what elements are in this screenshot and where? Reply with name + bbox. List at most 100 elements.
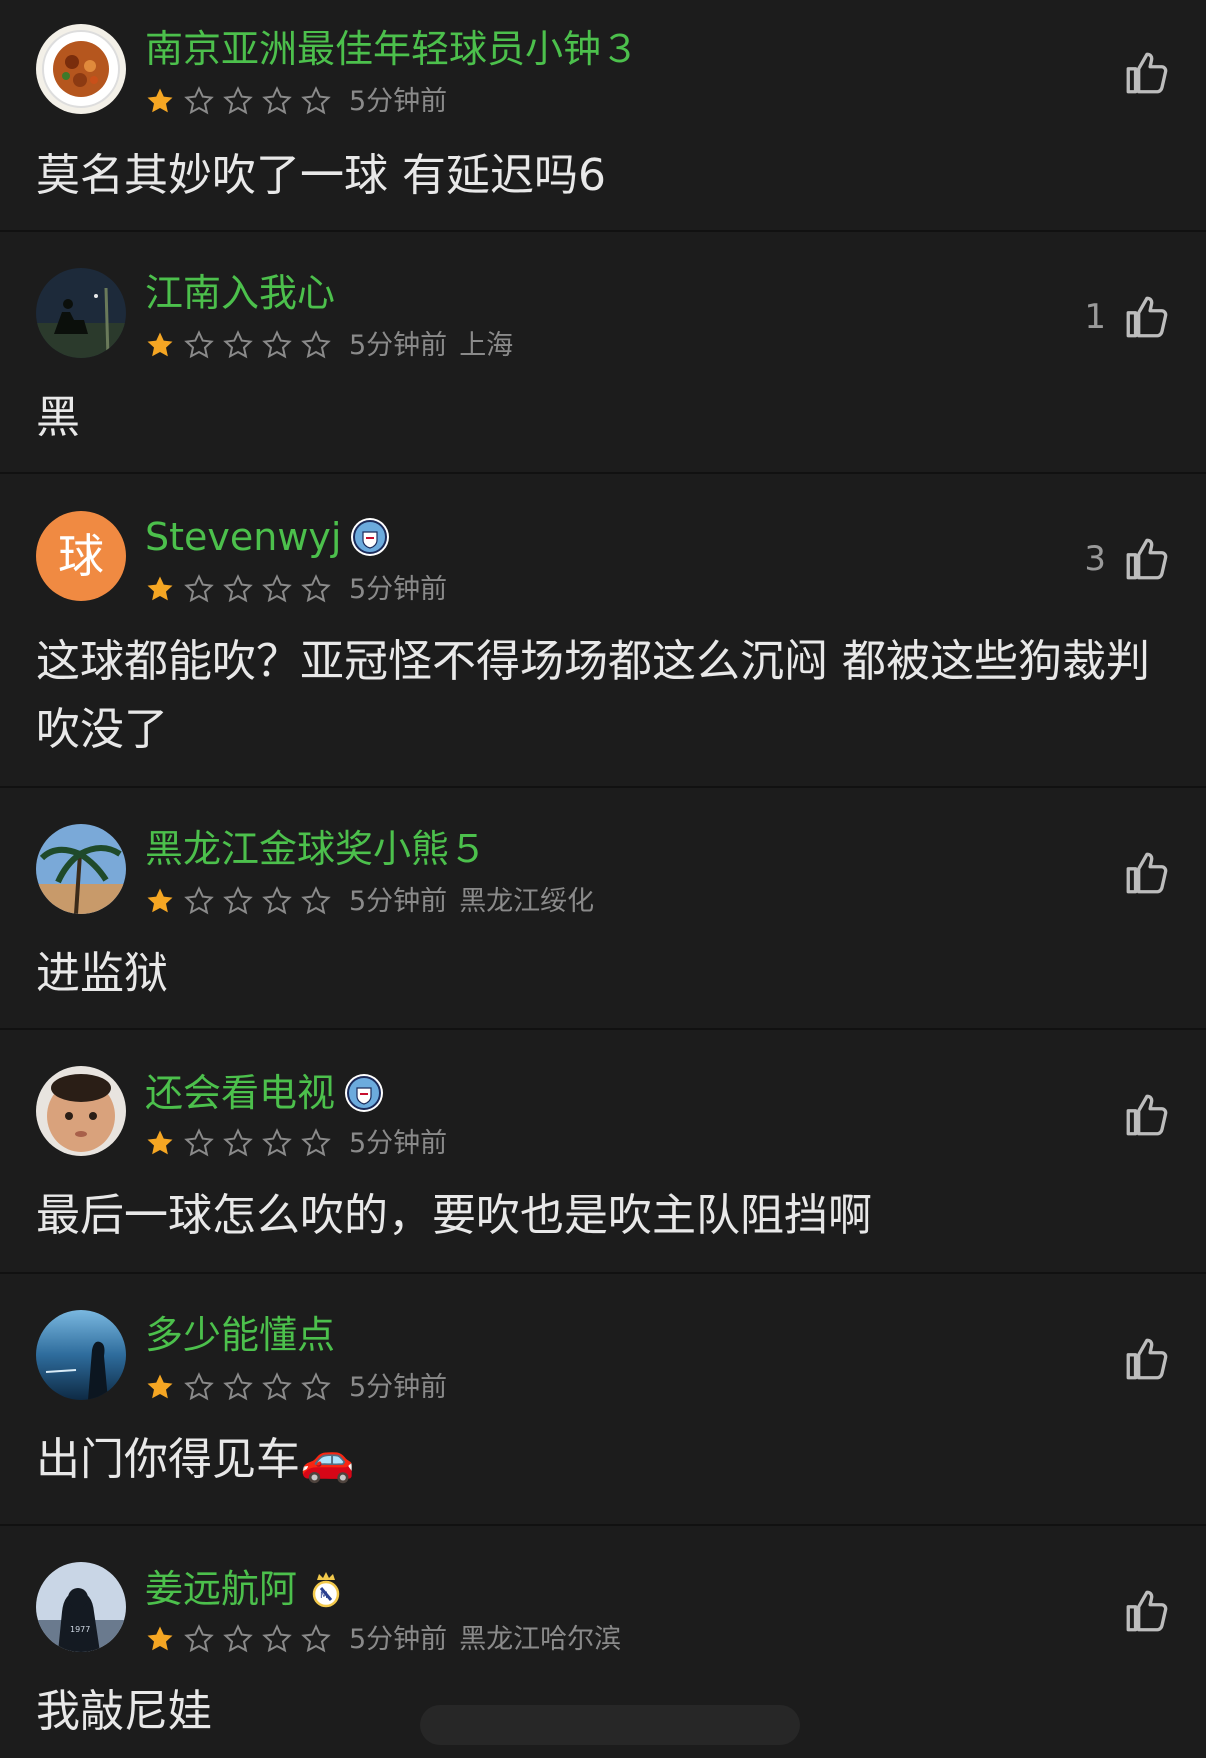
comment-meta: 5分钟前 黑龙江哈尔滨 <box>145 1624 621 1654</box>
comment-text: 这球都能吹？亚冠怪不得场场都这么沉闷 都被这些狗裁判吹没了 <box>36 636 1150 755</box>
star-empty-icon <box>223 574 253 603</box>
watermark <box>420 1705 800 1745</box>
like-button[interactable] <box>1106 1090 1172 1140</box>
star-empty-icon <box>301 330 331 359</box>
star-empty-icon <box>301 1624 331 1653</box>
comment-item: 多少能懂点 5分钟前 出门你得见车🚗 <box>0 1274 1206 1526</box>
comment-text: 黑 <box>36 392 80 443</box>
star-empty-icon <box>184 1372 214 1401</box>
comment-time: 5分钟前 <box>349 885 448 917</box>
comment-item: 黑龙江金球奖小熊５ 5分钟前 黑龙江绥化 进监狱 <box>0 788 1206 1030</box>
comment-text: 出门你得见车🚗 <box>36 1434 355 1485</box>
comment-meta: 5分钟前 黑龙江绥化 <box>145 886 594 916</box>
username[interactable]: Stevenwyj <box>145 516 391 558</box>
star-empty-icon <box>184 330 214 359</box>
comment-meta: 5分钟前 <box>145 574 447 604</box>
avatar[interactable]: 1977 <box>36 1562 126 1652</box>
real-madrid-badge-icon: M <box>312 1572 340 1608</box>
star-empty-icon <box>262 1128 292 1157</box>
thumbs-up-icon <box>1126 1590 1168 1632</box>
star-empty-icon <box>184 86 214 115</box>
star-empty-icon <box>262 574 292 603</box>
star-empty-icon <box>223 886 253 915</box>
comment-time: 5分钟前 <box>349 1127 448 1159</box>
svg-text:1977: 1977 <box>70 1625 90 1634</box>
thumbs-up-icon <box>1126 296 1168 338</box>
star-filled-icon <box>147 332 173 357</box>
comment-text: 最后一球怎么吹的，要吹也是吹主队阻挡啊 <box>36 1190 872 1241</box>
username[interactable]: 黑龙江金球奖小熊５ <box>145 830 487 868</box>
username[interactable]: 还会看电视 <box>145 1072 385 1114</box>
like-button[interactable]: 3 <box>1084 534 1172 584</box>
comment-meta: 5分钟前 <box>145 86 447 116</box>
star-filled-icon <box>147 576 173 601</box>
like-count: 1 <box>1084 297 1106 337</box>
thumbs-up-icon <box>1126 1094 1168 1136</box>
star-empty-icon <box>301 574 331 603</box>
comment-item: 球 Stevenwyj 5分钟前 3 这球都能吹？亚冠怪不得场场都这么沉闷 都被… <box>0 474 1206 788</box>
comment-time: 5分钟前 <box>349 1623 448 1655</box>
star-empty-icon <box>262 86 292 115</box>
star-empty-icon <box>184 574 214 603</box>
man-city-badge-icon <box>345 1074 384 1112</box>
comment-time: 5分钟前 <box>349 573 448 605</box>
avatar[interactable]: 球 <box>36 511 126 601</box>
comment-item: 还会看电视 5分钟前 最后一球怎么吹的，要吹也是吹主队阻挡啊 <box>0 1030 1206 1274</box>
like-button[interactable] <box>1106 1334 1172 1384</box>
comment-meta: 5分钟前 <box>145 1372 447 1402</box>
star-empty-icon <box>262 330 292 359</box>
star-empty-icon <box>301 1372 331 1401</box>
avatar[interactable] <box>36 1066 126 1156</box>
like-button[interactable]: 1 <box>1084 292 1172 342</box>
username[interactable]: 姜远航阿 M <box>145 1568 347 1610</box>
username[interactable]: 江南入我心 <box>145 274 335 312</box>
thumbs-up-icon <box>1126 852 1168 894</box>
thumbs-up-icon <box>1126 1338 1168 1380</box>
avatar[interactable] <box>36 268 126 358</box>
like-button[interactable] <box>1106 848 1172 898</box>
star-empty-icon <box>223 1372 253 1401</box>
avatar[interactable] <box>36 824 126 914</box>
rating-stars <box>145 1624 331 1654</box>
comment-time: 5分钟前 <box>349 1371 448 1403</box>
comment-item: 江南入我心 5分钟前 上海 1 黑 <box>0 232 1206 474</box>
star-filled-icon <box>147 1626 173 1651</box>
star-empty-icon <box>301 886 331 915</box>
star-empty-icon <box>184 1624 214 1653</box>
star-filled-icon <box>147 1130 173 1155</box>
like-button[interactable] <box>1106 48 1172 98</box>
star-empty-icon <box>262 1372 292 1401</box>
star-empty-icon <box>262 886 292 915</box>
star-filled-icon <box>147 888 173 913</box>
star-empty-icon <box>301 86 331 115</box>
star-empty-icon <box>223 86 253 115</box>
comment-item: 南京亚洲最佳年轻球员小钟３ 5分钟前 莫名其妙吹了一球 有延迟吗6 <box>0 0 1206 232</box>
avatar-initial: 球 <box>58 529 104 583</box>
comment-time: 5分钟前 <box>349 85 448 117</box>
svg-text:M: M <box>320 1591 328 1601</box>
username[interactable]: 南京亚洲最佳年轻球员小钟３ <box>145 30 639 68</box>
star-empty-icon <box>184 886 214 915</box>
star-filled-icon <box>147 88 173 113</box>
star-empty-icon <box>223 330 253 359</box>
star-empty-icon <box>223 1128 253 1157</box>
star-empty-icon <box>262 1624 292 1653</box>
comment-time: 5分钟前 <box>349 329 448 361</box>
username[interactable]: 多少能懂点 <box>145 1316 335 1354</box>
star-empty-icon <box>223 1624 253 1653</box>
like-button[interactable] <box>1106 1586 1172 1636</box>
comment-meta: 5分钟前 上海 <box>145 330 513 360</box>
man-city-badge-icon <box>351 518 390 556</box>
avatar[interactable] <box>36 24 126 114</box>
avatar[interactable] <box>36 1310 126 1400</box>
thumbs-up-icon <box>1126 538 1168 580</box>
comment-location: 黑龙江绥化 <box>459 885 595 917</box>
rating-stars <box>145 1372 331 1402</box>
comment-text: 进监狱 <box>36 948 168 999</box>
star-empty-icon <box>184 1128 214 1157</box>
like-count: 3 <box>1084 539 1106 579</box>
comment-location: 上海 <box>459 329 514 361</box>
rating-stars <box>145 86 331 116</box>
comment-meta: 5分钟前 <box>145 1128 447 1158</box>
rating-stars <box>145 574 331 604</box>
